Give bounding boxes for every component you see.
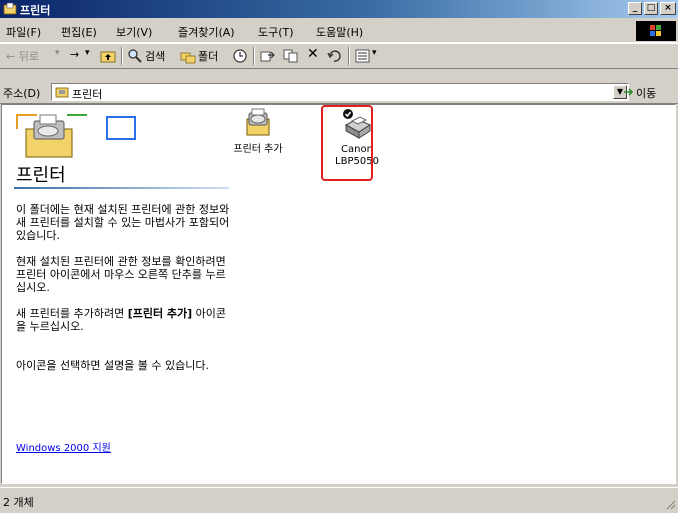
back-dropdown-icon[interactable]: ▾ (55, 48, 60, 64)
title-divider (14, 187, 229, 189)
add-printer-icon (246, 108, 270, 136)
views-dropdown-icon[interactable]: ▾ (372, 48, 377, 64)
address-bar: 주소(D) 프린터 ▼ 이동 (0, 81, 678, 104)
menu-file[interactable]: 파일(F) (6, 24, 41, 40)
toolbar-separator (253, 47, 255, 65)
address-value: 프린터 (72, 88, 103, 101)
close-button[interactable]: × (660, 2, 676, 15)
panel-description-4: 아이콘을 선택하면 설명을 볼 수 있습니다. (16, 359, 210, 372)
menu-tools[interactable]: 도구(T) (258, 24, 294, 40)
panel-description-3: 새 프린터를 추가하려면 [프린터 추가] 아이콘을 누르십시오. (16, 307, 231, 333)
copy-to-icon[interactable] (283, 48, 299, 64)
minimize-button[interactable]: _ (628, 2, 642, 15)
address-input[interactable]: 프린터 ▼ (51, 83, 629, 101)
status-text: 2 개체 (3, 496, 34, 509)
standard-toolbar: ← 뒤로 ▾ → ▾ 검색 폴더 ✕ ▾ (0, 43, 678, 69)
up-folder-icon[interactable] (100, 48, 116, 64)
printers-banner-icon (16, 114, 136, 158)
resize-grip-icon[interactable] (664, 498, 676, 510)
forward-dropdown-icon[interactable]: ▾ (85, 48, 90, 64)
go-button[interactable]: 이동 (636, 85, 656, 101)
menu-edit[interactable]: 편집(E) (61, 24, 97, 40)
printers-folder-icon (3, 2, 17, 15)
history-icon[interactable] (232, 48, 248, 64)
window-title: 프린터 (20, 4, 51, 17)
menu-bar: 파일(F) 편집(E) 보기(V) 즐겨찾기(A) 도구(T) 도움말(H) (0, 20, 678, 43)
add-printer-item[interactable]: 프린터 추가 (223, 107, 293, 156)
menu-help[interactable]: 도움말(H) (316, 24, 363, 40)
move-to-icon[interactable] (260, 48, 276, 64)
back-button[interactable]: ← 뒤로 (6, 48, 39, 64)
printers-folder-icon (55, 87, 69, 98)
undo-icon[interactable] (326, 48, 342, 64)
toolbar-separator (121, 47, 123, 65)
selection-highlight (321, 105, 373, 181)
views-icon[interactable] (355, 48, 371, 64)
panel-description-3-prefix: 새 프린터를 추가하려면 (16, 307, 128, 320)
search-icon[interactable] (127, 48, 143, 64)
delete-icon[interactable]: ✕ (307, 46, 319, 62)
address-label: 주소(D) (3, 87, 41, 100)
windows-2000-support-link[interactable]: Windows 2000 지원 (16, 439, 111, 454)
panel-title: 프린터 (16, 165, 66, 186)
menu-favorites[interactable]: 즐겨찾기(A) (178, 24, 235, 40)
maximize-button[interactable]: □ (644, 2, 658, 15)
title-bar[interactable]: 프린터 _ □ × (0, 0, 678, 18)
go-arrow-icon[interactable] (622, 86, 634, 98)
panel-description-1: 이 폴더에는 현재 설치된 프린터에 관한 정보와 새 프린터를 설치할 수 있… (16, 203, 230, 242)
add-printer-bold-text: [프린터 추가] (127, 307, 193, 320)
windows-logo-icon (636, 21, 676, 41)
add-printer-label: 프린터 추가 (233, 144, 283, 155)
status-bar: 2 개체 (0, 487, 678, 512)
forward-button[interactable]: → (70, 48, 79, 64)
folders-icon[interactable] (180, 48, 196, 64)
search-button[interactable]: 검색 (145, 48, 165, 64)
folder-view: 프린터 이 폴더에는 현재 설치된 프린터에 관한 정보와 새 프린터를 설치할… (1, 104, 676, 484)
panel-description-2: 현재 설치된 프린터에 관한 정보를 확인하려면 프린터 아이콘에서 마우스 오… (16, 255, 226, 294)
web-view-panel: 프린터 이 폴더에는 현재 설치된 프린터에 관한 정보와 새 프린터를 설치할… (2, 105, 232, 481)
menu-view[interactable]: 보기(V) (116, 24, 152, 40)
folders-button[interactable]: 폴더 (198, 48, 218, 64)
explorer-window: 프린터 _ □ × 파일(F) 편집(E) 보기(V) 즐겨찾기(A) 도구(T… (0, 0, 678, 513)
toolbar-separator (348, 47, 350, 65)
